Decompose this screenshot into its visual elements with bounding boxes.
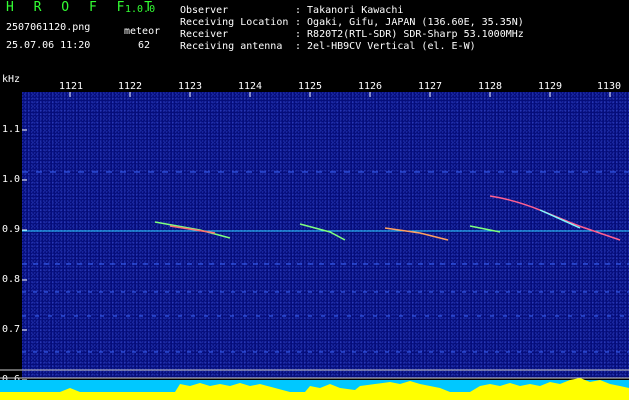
x-axis-ticks bbox=[69, 92, 611, 97]
spectrogram-overlay bbox=[0, 92, 629, 400]
y-axis-ticks bbox=[22, 129, 27, 381]
meteor-echoes bbox=[154, 195, 621, 241]
carrier-lines bbox=[0, 171, 629, 379]
